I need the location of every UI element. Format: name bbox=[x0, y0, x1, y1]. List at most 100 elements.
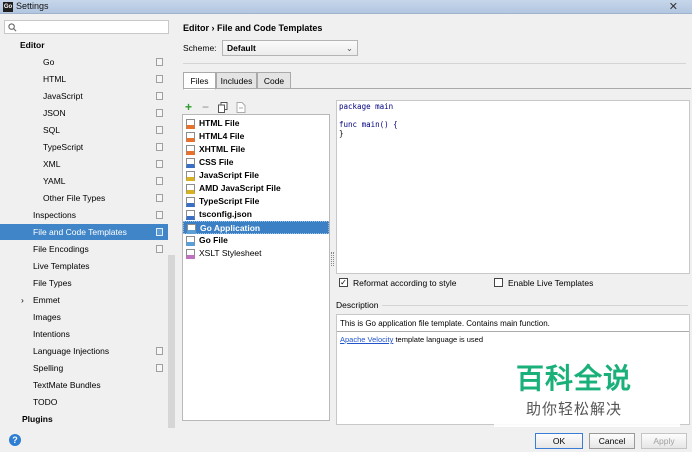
template-item[interactable]: XSLT Stylesheet bbox=[183, 247, 329, 260]
search-icon bbox=[8, 23, 17, 32]
splitter-handle[interactable] bbox=[331, 252, 334, 266]
tree-item[interactable]: SQL bbox=[0, 122, 168, 138]
project-scope-icon bbox=[156, 143, 163, 151]
tree-item-label: File and Code Templates bbox=[33, 227, 127, 237]
description-divider bbox=[382, 305, 688, 306]
expand-arrow-icon[interactable]: › bbox=[21, 292, 24, 308]
file-type-icon bbox=[186, 197, 195, 207]
template-editor[interactable]: package main func main() { } bbox=[336, 100, 690, 274]
tree-item[interactable]: Inspections bbox=[0, 207, 168, 223]
app-icon: Go bbox=[3, 2, 13, 12]
template-item[interactable]: HTML File bbox=[183, 117, 329, 130]
tree-item[interactable]: Emmet › bbox=[0, 292, 168, 308]
add-template-icon[interactable]: + bbox=[185, 101, 192, 113]
tree-item[interactable]: File Encodings bbox=[0, 241, 168, 257]
file-type-icon bbox=[186, 145, 195, 155]
tree-item-label: File Encodings bbox=[33, 244, 89, 254]
tree-item[interactable]: Editor bbox=[0, 37, 168, 53]
template-item-label: JavaScript File bbox=[199, 170, 260, 180]
tree-item[interactable]: JavaScript bbox=[0, 88, 168, 104]
tree-item[interactable]: Spelling bbox=[0, 360, 168, 376]
tree-scrollbar[interactable] bbox=[168, 255, 175, 428]
tree-item[interactable]: File and Code Templates bbox=[0, 224, 168, 240]
tree-item-label: TODO bbox=[33, 397, 58, 407]
scheme-label: Scheme: bbox=[183, 43, 217, 53]
tree-item[interactable]: Plugins bbox=[0, 411, 168, 427]
tree-item-label: Go bbox=[43, 57, 55, 67]
tree-item[interactable]: XML bbox=[0, 156, 168, 172]
template-item[interactable]: Go Application bbox=[183, 221, 329, 234]
project-scope-icon bbox=[156, 58, 163, 66]
copy-template-icon[interactable] bbox=[218, 102, 228, 113]
tree-item-label: File Types bbox=[33, 278, 72, 288]
template-item[interactable]: HTML4 File bbox=[183, 130, 329, 143]
tree-item[interactable]: JSON bbox=[0, 105, 168, 121]
remove-template-icon[interactable]: − bbox=[202, 101, 209, 113]
project-scope-icon bbox=[156, 347, 163, 355]
tree-item-label: JavaScript bbox=[43, 91, 83, 101]
tree-item[interactable]: Go bbox=[0, 54, 168, 70]
template-item[interactable]: XHTML File bbox=[183, 143, 329, 156]
cancel-button[interactable]: Cancel bbox=[589, 433, 635, 449]
template-item[interactable]: JavaScript File bbox=[183, 169, 329, 182]
template-item-label: TypeScript File bbox=[199, 196, 260, 206]
tree-item[interactable]: TextMate Bundles bbox=[0, 377, 168, 393]
tree-item[interactable]: Other File Types bbox=[0, 190, 168, 206]
tree-item-label: Other File Types bbox=[43, 193, 106, 203]
file-type-icon bbox=[186, 184, 195, 194]
template-item[interactable]: AMD JavaScript File bbox=[183, 182, 329, 195]
watermark-main-text: 百科全说 bbox=[516, 362, 633, 395]
template-item[interactable]: Go File bbox=[183, 234, 329, 247]
tree-item-label: Inspections bbox=[33, 210, 76, 220]
reset-template-icon[interactable] bbox=[236, 102, 246, 113]
template-item[interactable]: tsconfig.json bbox=[183, 208, 329, 221]
tree-item[interactable]: Live Templates bbox=[0, 258, 168, 274]
template-item[interactable]: CSS File bbox=[183, 156, 329, 169]
project-scope-icon bbox=[156, 177, 163, 185]
project-scope-icon bbox=[156, 245, 163, 253]
tree-item[interactable]: YAML bbox=[0, 173, 168, 189]
title-bar: Go Settings ✕ bbox=[0, 0, 692, 14]
description-text: This is Go application file template. Co… bbox=[340, 319, 550, 328]
tab-includes[interactable]: Includes bbox=[216, 72, 257, 89]
project-scope-icon bbox=[156, 228, 163, 236]
live-templates-label: Enable Live Templates bbox=[508, 278, 594, 288]
close-icon[interactable]: ✕ bbox=[669, 0, 678, 13]
tree-item-label: Spelling bbox=[33, 363, 64, 373]
template-item-label: XSLT Stylesheet bbox=[199, 248, 262, 258]
tree-item-label: Emmet bbox=[33, 295, 60, 305]
tree-item[interactable]: Language Injections bbox=[0, 343, 168, 359]
tree-item[interactable]: HTML bbox=[0, 71, 168, 87]
tree-item[interactable]: TypeScript bbox=[0, 139, 168, 155]
help-icon[interactable]: ? bbox=[9, 434, 21, 446]
tree-item-label: Editor bbox=[20, 40, 45, 50]
ok-button[interactable]: OK bbox=[535, 433, 583, 449]
tree-item[interactable]: Images bbox=[0, 309, 168, 325]
tree-item-label: Live Templates bbox=[33, 261, 90, 271]
editor-line: package main bbox=[339, 102, 394, 111]
settings-search-input[interactable] bbox=[4, 20, 169, 34]
tree-item[interactable]: File Types bbox=[0, 275, 168, 291]
window-title: Settings bbox=[16, 1, 49, 11]
tab-code[interactable]: Code bbox=[257, 72, 291, 89]
tree-item[interactable]: TODO bbox=[0, 394, 168, 410]
description-footer: Apache Velocity template language is use… bbox=[340, 335, 483, 344]
template-item-label: Go File bbox=[199, 235, 228, 245]
breadcrumb-separator: › bbox=[211, 23, 215, 33]
project-scope-icon bbox=[156, 75, 163, 83]
velocity-link[interactable]: Apache Velocity bbox=[340, 335, 393, 344]
breadcrumb-parent: Editor bbox=[183, 23, 209, 33]
project-scope-icon bbox=[156, 126, 163, 134]
editor-line: func main() { bbox=[339, 120, 398, 129]
template-item[interactable]: TypeScript File bbox=[183, 195, 329, 208]
apply-button[interactable]: Apply bbox=[641, 433, 687, 449]
chevron-down-icon: ⌄ bbox=[345, 43, 353, 53]
tree-item-label: Language Injections bbox=[33, 346, 110, 356]
scheme-value: Default bbox=[227, 43, 256, 53]
tree-item[interactable]: Intentions bbox=[0, 326, 168, 342]
checkmark-icon: ✓ bbox=[339, 278, 348, 287]
file-type-icon bbox=[186, 158, 195, 168]
scheme-select[interactable]: Default ⌄ bbox=[222, 40, 358, 56]
template-item-label: HTML4 File bbox=[199, 131, 245, 141]
tree-item-label: TypeScript bbox=[43, 142, 84, 152]
